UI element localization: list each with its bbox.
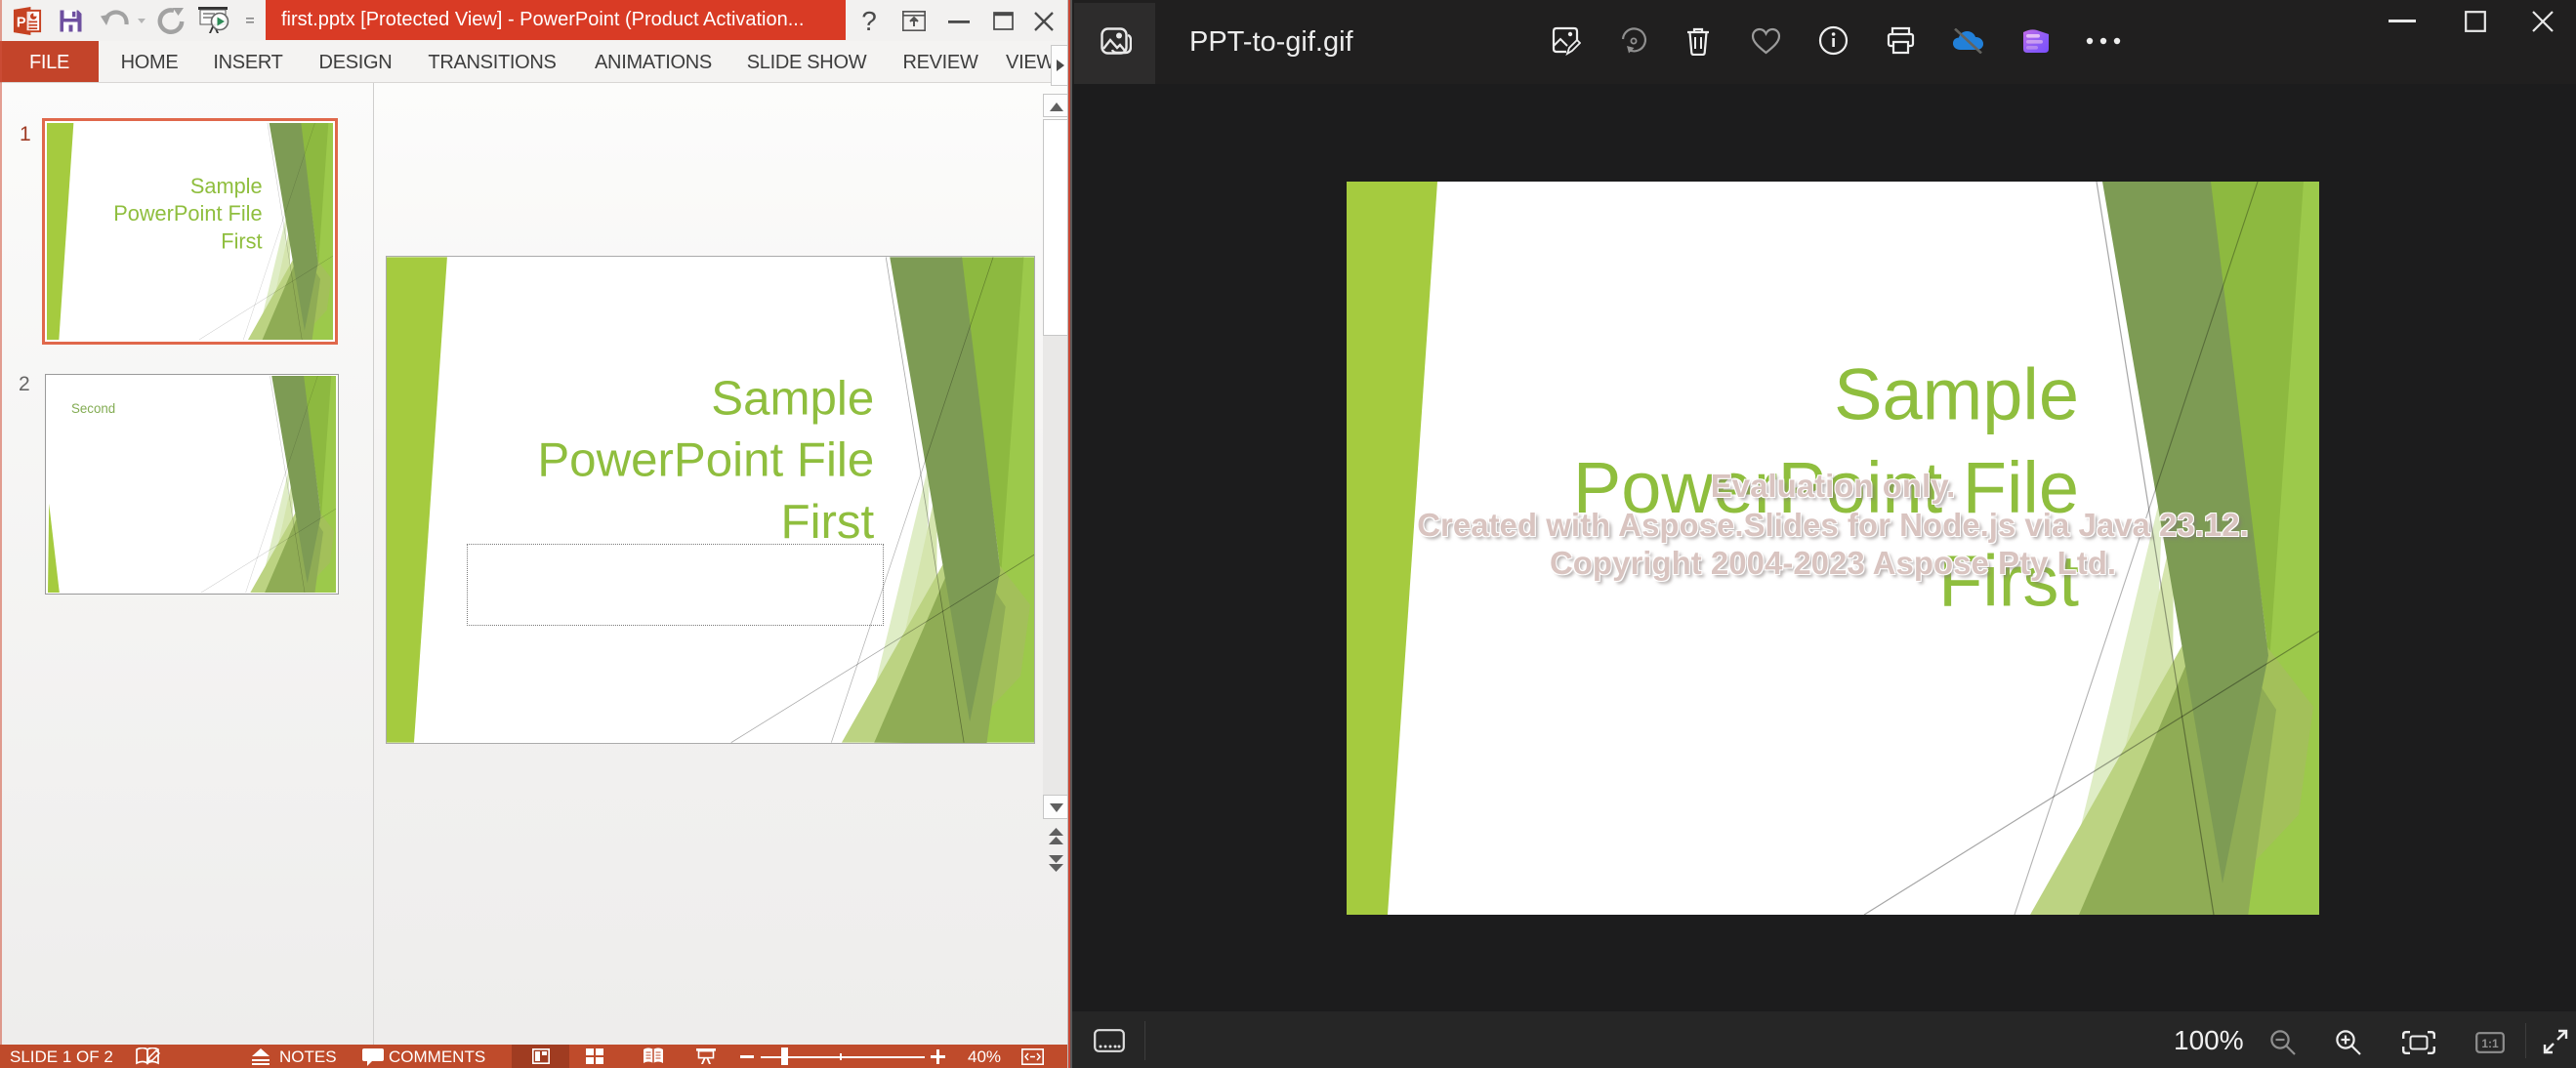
svg-text:1:1: 1:1 <box>2481 1037 2499 1050</box>
svg-text:P: P <box>17 15 26 30</box>
